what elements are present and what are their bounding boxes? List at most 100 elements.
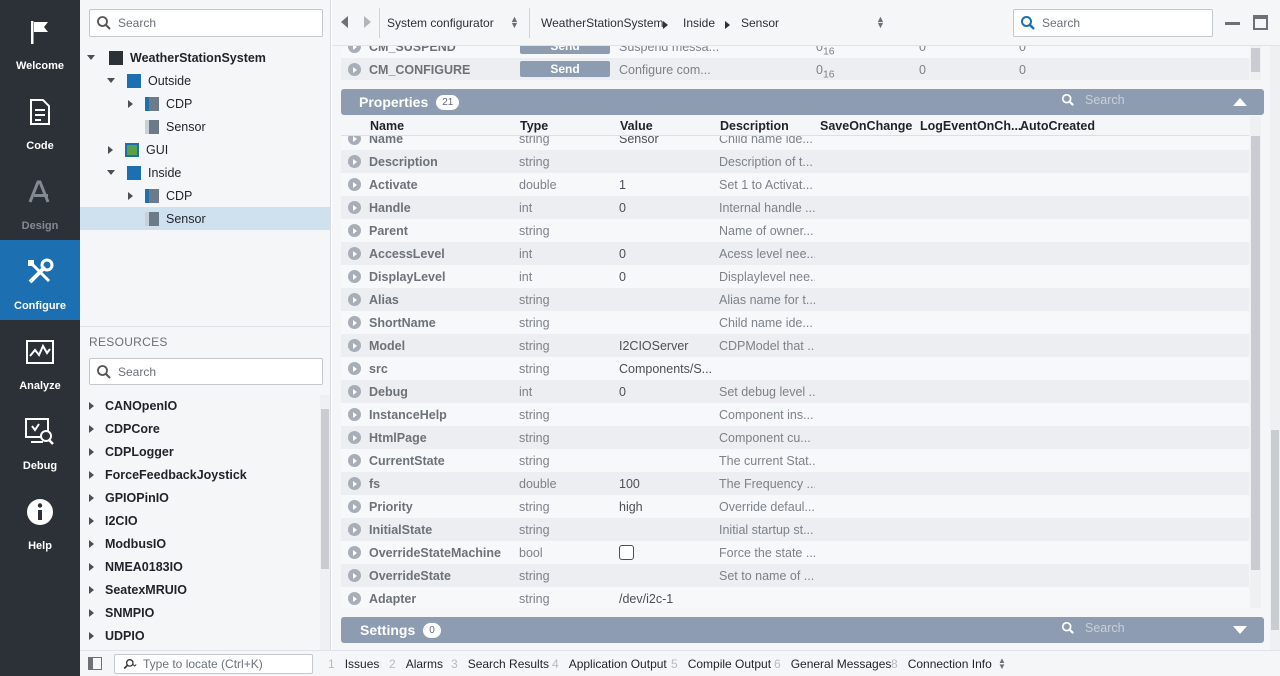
- property-row[interactable]: Handle int 0 Internal handle ...: [341, 196, 1249, 219]
- tab-application-output[interactable]: 4 Application Output: [552, 657, 667, 671]
- tree-item-gui[interactable]: GUI: [80, 138, 330, 161]
- property-row[interactable]: Parent string Name of owner...: [341, 219, 1249, 242]
- column-type[interactable]: Type: [520, 119, 548, 133]
- expand-icon[interactable]: [348, 362, 361, 375]
- nav-analyze[interactable]: Analyze: [0, 320, 80, 400]
- expand-icon[interactable]: [348, 408, 361, 421]
- column-name[interactable]: Name: [370, 119, 404, 133]
- collapse-up-icon[interactable]: [1233, 98, 1247, 106]
- expand-icon[interactable]: [348, 270, 361, 283]
- locate-input[interactable]: Type to locate (Ctrl+K): [114, 654, 313, 674]
- properties-header[interactable]: Properties 21 Search: [341, 89, 1264, 115]
- tab-compile-output[interactable]: 5 Compile Output: [671, 657, 771, 671]
- tree-item-outside[interactable]: Outside: [80, 69, 330, 92]
- property-row[interactable]: Name string Sensor Child name ide...: [341, 136, 1249, 150]
- property-row[interactable]: Activate double 1 Set 1 to Activat...: [341, 173, 1249, 196]
- property-row[interactable]: Adapter string/dev/i2c-1: [341, 587, 1249, 608]
- back-arrow-icon[interactable]: [341, 16, 348, 31]
- settings-search[interactable]: Search: [1061, 621, 1125, 635]
- expand-icon[interactable]: [348, 46, 361, 53]
- expand-icon[interactable]: [348, 454, 361, 467]
- nav-debug[interactable]: Debug: [0, 400, 80, 480]
- property-value[interactable]: high: [619, 500, 711, 514]
- property-row[interactable]: InstanceHelp string Component ins...: [341, 403, 1249, 426]
- property-row[interactable]: Model string I2CIOServer CDPModel that ...: [341, 334, 1249, 357]
- tree-item-inside-sensor[interactable]: Sensor: [80, 207, 330, 230]
- property-row[interactable]: ShortName string Child name ide...: [341, 311, 1249, 334]
- property-row[interactable]: src string Components/S...: [341, 357, 1249, 380]
- tab-issues[interactable]: 1 Issues: [328, 657, 379, 671]
- resource-item[interactable]: UDPIO: [80, 624, 316, 647]
- column-logeventonchange[interactable]: LogEventOnCh...: [920, 119, 1021, 133]
- toggle-sidebar-icon[interactable]: [88, 657, 102, 670]
- expand-icon[interactable]: [348, 293, 361, 306]
- resource-item[interactable]: CDPLogger: [80, 440, 316, 463]
- property-row[interactable]: AccessLevel int 0 Acess level nee...: [341, 242, 1249, 265]
- property-value[interactable]: 0: [619, 385, 711, 399]
- expand-icon[interactable]: [348, 339, 361, 352]
- tree-item-outside-sensor[interactable]: Sensor: [80, 115, 330, 138]
- property-value[interactable]: Sensor: [619, 136, 711, 146]
- nav-configure[interactable]: Configure: [0, 240, 80, 320]
- tree-item-outside-cdp[interactable]: CDP: [80, 92, 330, 115]
- property-row[interactable]: DisplayLevel int 0 Displaylevel nee...: [341, 265, 1249, 288]
- send-button[interactable]: Send: [520, 46, 610, 54]
- property-row[interactable]: OverrideStateMachine bool Force the state …: [341, 541, 1249, 564]
- resource-item[interactable]: I2CIO: [80, 509, 316, 532]
- property-value[interactable]: 0: [619, 247, 711, 261]
- expand-icon[interactable]: [348, 155, 361, 168]
- expand-icon[interactable]: [348, 247, 361, 260]
- send-button[interactable]: Send: [520, 61, 610, 77]
- expand-icon[interactable]: [348, 136, 361, 145]
- tab-connection-info[interactable]: 8 Connection Info: [891, 657, 992, 671]
- property-value[interactable]: 100: [619, 477, 711, 491]
- tree-item-inside[interactable]: Inside: [80, 161, 330, 184]
- column-autocreated[interactable]: AutoCreated: [1020, 119, 1095, 133]
- breadcrumb-inside[interactable]: Inside: [683, 16, 715, 30]
- property-row[interactable]: HtmlPage string Component cu...: [341, 426, 1249, 449]
- expand-icon[interactable]: [348, 431, 361, 444]
- expand-down-icon[interactable]: [1233, 626, 1247, 634]
- property-row[interactable]: fs double 100 The Frequency ...: [341, 472, 1249, 495]
- configurator-selector[interactable]: System configurator: [387, 16, 494, 30]
- resources-scrollbar[interactable]: [320, 395, 330, 651]
- property-row[interactable]: Priority string high Override defaul...: [341, 495, 1249, 518]
- expand-icon[interactable]: [348, 178, 361, 191]
- resources-search-input[interactable]: Search: [89, 358, 323, 385]
- resource-item[interactable]: CDPCore: [80, 417, 316, 440]
- tab-alarms[interactable]: 2 Alarms: [389, 657, 443, 671]
- breadcrumb-updown-icon[interactable]: ▲ ▼: [876, 15, 885, 30]
- tab-general-messages[interactable]: 6 General Messages: [774, 657, 891, 671]
- property-value[interactable]: 0: [619, 270, 711, 284]
- property-value[interactable]: I2CIOServer: [619, 339, 711, 353]
- resource-item[interactable]: CANOpenIO: [80, 394, 316, 417]
- tab-search-results[interactable]: 3 Search Results: [451, 657, 549, 671]
- column-value[interactable]: Value: [620, 119, 653, 133]
- breadcrumb-sensor[interactable]: Sensor: [741, 16, 779, 30]
- property-value[interactable]: 1: [619, 178, 711, 192]
- properties-scrollbar[interactable]: [1250, 116, 1261, 608]
- tree-search-input[interactable]: Search: [89, 9, 323, 37]
- property-value[interactable]: 0: [619, 201, 711, 215]
- resource-item[interactable]: GPIOPinIO: [80, 486, 316, 509]
- nav-help[interactable]: Help: [0, 480, 80, 560]
- column-description[interactable]: Description: [720, 119, 789, 133]
- property-row[interactable]: Description string Description of t...: [341, 150, 1249, 173]
- resource-item[interactable]: SeatexMRUIO: [80, 578, 316, 601]
- property-row[interactable]: OverrideState string Set to name of ...: [341, 564, 1249, 587]
- nav-welcome[interactable]: Welcome: [0, 0, 80, 80]
- property-row[interactable]: InitialState string Initial startup st...: [341, 518, 1249, 541]
- property-row[interactable]: CurrentState string The current Stat...: [341, 449, 1249, 472]
- main-scrollbar[interactable]: [1270, 46, 1280, 650]
- nav-code[interactable]: Code: [0, 80, 80, 160]
- expand-icon[interactable]: [348, 523, 361, 536]
- expand-icon[interactable]: [348, 500, 361, 513]
- settings-header[interactable]: Settings 0 Search: [341, 617, 1264, 643]
- property-value[interactable]: Components/S...: [619, 362, 711, 376]
- resource-item[interactable]: ModbusIO: [80, 532, 316, 555]
- minimize-icon[interactable]: [1225, 22, 1240, 25]
- properties-search[interactable]: Search: [1061, 93, 1125, 107]
- tree-item-inside-cdp[interactable]: CDP: [80, 184, 330, 207]
- expand-icon[interactable]: [348, 592, 361, 605]
- property-row[interactable]: Debug int 0 Set debug level ...: [341, 380, 1249, 403]
